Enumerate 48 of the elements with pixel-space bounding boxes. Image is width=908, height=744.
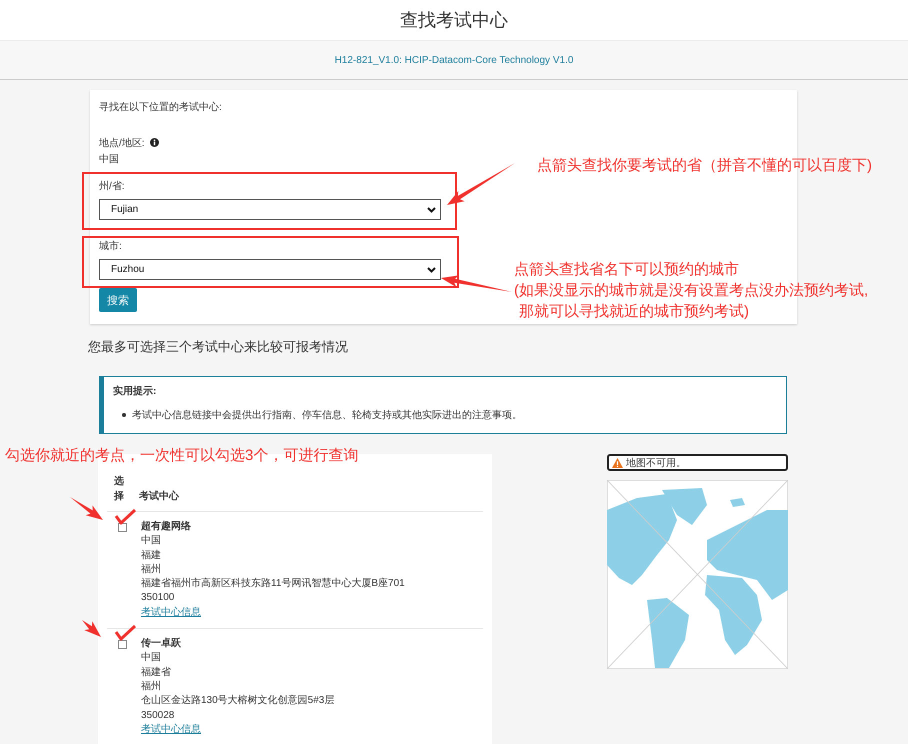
annotation-text: 点箭头查找省名下可以预约的城市: [514, 260, 740, 280]
field-label: 城市:: [99, 240, 122, 253]
info-icon[interactable]: [150, 138, 159, 147]
address-line: 仓山区金达路130号大榕树文化创意园5#3层: [141, 694, 334, 708]
address-line: 中国: [141, 534, 161, 548]
map-notice-text: 地图不可用。: [626, 456, 686, 470]
field-label: 地点/地区:: [99, 136, 145, 150]
warning-icon: [612, 458, 623, 468]
field-label: 州/省:: [99, 180, 125, 193]
address-line: 福州: [141, 562, 161, 577]
annotation-text: 勾选你就近的考点，一次性可以勾选3个，可进行查询: [5, 446, 358, 466]
dropdown[interactable]: Fujian: [99, 199, 441, 220]
field-value: 中国: [99, 152, 119, 167]
compare-note: 您最多可选择三个考试中心来比较可报考情况: [88, 338, 348, 356]
caret-icon: [427, 266, 436, 272]
annotation-text: 那就可以寻找就近的城市预约考试): [519, 302, 750, 322]
tip-text: 考试中心信息链接中会提供出行指南、停车信息、轮椅支持或其他实际进出的注意事项。: [132, 408, 522, 422]
column-header: 考试中心: [139, 489, 179, 504]
tick-mark: [114, 624, 136, 640]
center-info-link[interactable]: 考试中心信息: [141, 722, 201, 738]
address-line: 福州: [141, 680, 161, 694]
caret-icon: [427, 206, 436, 212]
instruction-text: 寻找在以下位置的考试中心:: [99, 100, 222, 115]
tick-mark: [114, 508, 136, 524]
annotation-text: 点箭头查找你要考试的省（拼音不懂的可以百度下): [537, 156, 872, 176]
checkbox[interactable]: [118, 523, 127, 532]
arrow: [447, 163, 515, 205]
arrow: [70, 497, 103, 520]
address-line: 350028: [141, 708, 174, 723]
address-line: 福建: [141, 548, 161, 563]
arrow: [82, 620, 101, 637]
exam-link[interactable]: H12-821_V1.0: HCIP-Datacom-Core Technology V1.0: [334, 54, 574, 66]
center-name: 传一卓跃: [141, 637, 181, 652]
annotation-text: (如果没显示的城市就是没有设置考点没办法预约考试,: [514, 281, 868, 301]
center-info-link[interactable]: 考试中心信息: [141, 606, 201, 620]
address-line: 福建省: [141, 666, 171, 680]
column-header: 选择: [114, 474, 125, 504]
address-line: 中国: [141, 651, 161, 666]
address-line: 350100: [141, 591, 174, 606]
center-name: 超有趣网络: [141, 520, 191, 534]
dropdown[interactable]: Fuzhou: [99, 259, 441, 280]
search-button[interactable]: 搜索: [99, 288, 137, 312]
address-line: 福建省福州市高新区科技东路11号网讯智慧中心大厦B座701: [141, 577, 405, 592]
tip-title: 实用提示:: [113, 384, 158, 399]
checkbox[interactable]: [118, 640, 127, 650]
bullet-icon: [122, 413, 126, 417]
arrow: [441, 275, 512, 292]
page-title: 查找考试中心: [400, 9, 508, 32]
